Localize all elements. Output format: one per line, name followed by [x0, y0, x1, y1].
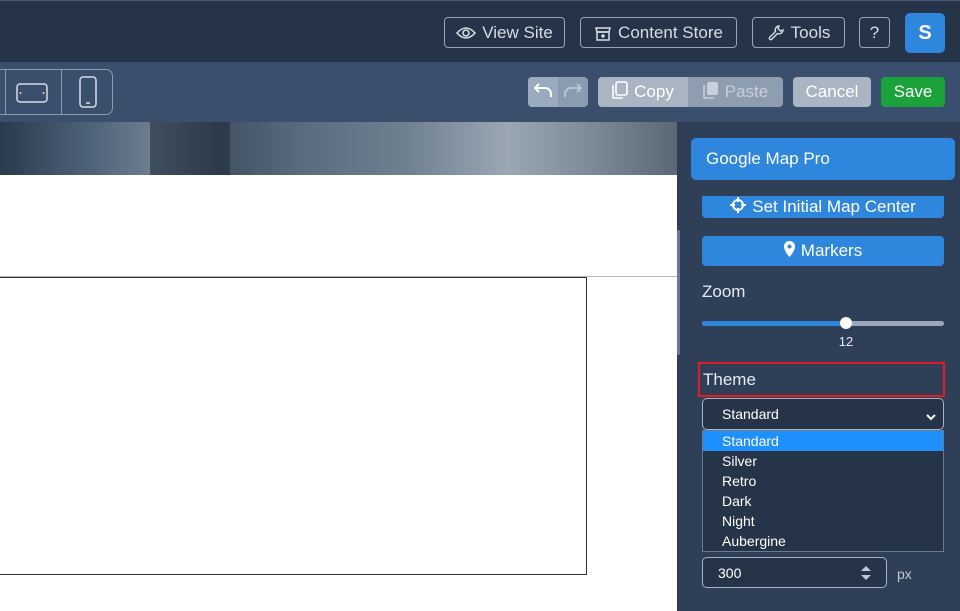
- eye-icon: [456, 26, 477, 40]
- theme-option-silver[interactable]: Silver: [703, 451, 943, 471]
- markers-button[interactable]: Markers: [702, 236, 944, 266]
- set-initial-map-center-button[interactable]: Set Initial Map Center: [702, 196, 944, 218]
- chevron-down-icon: [925, 409, 937, 425]
- device-switcher: [0, 69, 113, 115]
- device-divider: [61, 70, 62, 114]
- theme-option-retro[interactable]: Retro: [703, 471, 943, 491]
- undo-icon: [533, 82, 553, 103]
- editor-toolbar: Copy Paste Cancel Save: [0, 62, 960, 122]
- cancel-button[interactable]: Cancel: [793, 77, 871, 107]
- theme-option-aubergine[interactable]: Aubergine: [703, 531, 943, 551]
- zoom-slider-fill: [702, 321, 846, 326]
- store-icon: [594, 24, 612, 42]
- tablet-landscape-icon[interactable]: [16, 83, 48, 108]
- page-preview: [0, 122, 677, 611]
- mobile-icon[interactable]: [79, 76, 97, 113]
- paste-button[interactable]: Paste: [688, 77, 783, 107]
- copy-button[interactable]: Copy: [598, 77, 688, 107]
- save-button[interactable]: Save: [881, 77, 945, 107]
- zoom-label: Zoom: [702, 282, 746, 301]
- tools-label: Tools: [790, 22, 831, 42]
- theme-option-dark[interactable]: Dark: [703, 491, 943, 511]
- help-label: ?: [869, 22, 880, 42]
- zoom-slider[interactable]: [702, 321, 944, 326]
- hero-image: [0, 122, 677, 175]
- paste-label: Paste: [724, 82, 769, 101]
- avatar[interactable]: S: [905, 13, 945, 53]
- redo-button[interactable]: [558, 77, 588, 107]
- device-divider: [5, 70, 6, 114]
- zoom-value: 12: [838, 334, 854, 349]
- height-unit: px: [897, 566, 912, 582]
- theme-dropdown-list: Standard Silver Retro Dark Night Aubergine: [702, 430, 944, 552]
- crosshairs-icon: [730, 196, 747, 218]
- map-widget[interactable]: [0, 277, 587, 575]
- theme-option-night[interactable]: Night: [703, 511, 943, 531]
- set-initial-map-center-label: Set Initial Map Center: [752, 197, 916, 216]
- theme-option-standard[interactable]: Standard: [703, 431, 943, 451]
- tools-button[interactable]: Tools: [752, 17, 845, 48]
- theme-select-value: Standard: [722, 406, 779, 422]
- hero-image-shade: [150, 122, 230, 175]
- view-site-button[interactable]: View Site: [444, 17, 565, 48]
- height-input[interactable]: 300: [702, 557, 887, 588]
- theme-label: Theme: [698, 362, 945, 397]
- spinner-icon[interactable]: [860, 564, 872, 585]
- settings-panel: Google Map Pro Set Initial Map Center Ma…: [680, 122, 960, 611]
- undo-button[interactable]: [528, 77, 558, 107]
- redo-icon: [563, 82, 583, 103]
- content-store-button[interactable]: Content Store: [580, 17, 737, 48]
- wrench-icon: [767, 24, 785, 42]
- history-controls: [528, 77, 588, 107]
- content-store-label: Content Store: [618, 22, 723, 42]
- help-button[interactable]: ?: [859, 17, 890, 48]
- top-bar: View Site Content Store Tools ? S: [0, 0, 960, 62]
- avatar-initial: S: [918, 21, 932, 44]
- copy-paste-group: Copy Paste: [598, 77, 783, 107]
- copy-label: Copy: [634, 82, 674, 101]
- view-site-label: View Site: [482, 22, 553, 42]
- theme-select[interactable]: Standard: [702, 398, 944, 430]
- map-marker-icon: [783, 240, 795, 262]
- copy-icon: [612, 80, 628, 104]
- height-value: 300: [718, 564, 742, 581]
- paste-icon: [702, 81, 719, 104]
- zoom-slider-thumb[interactable]: [839, 317, 852, 329]
- markers-label: Markers: [800, 241, 863, 260]
- panel-title[interactable]: Google Map Pro: [691, 138, 955, 180]
